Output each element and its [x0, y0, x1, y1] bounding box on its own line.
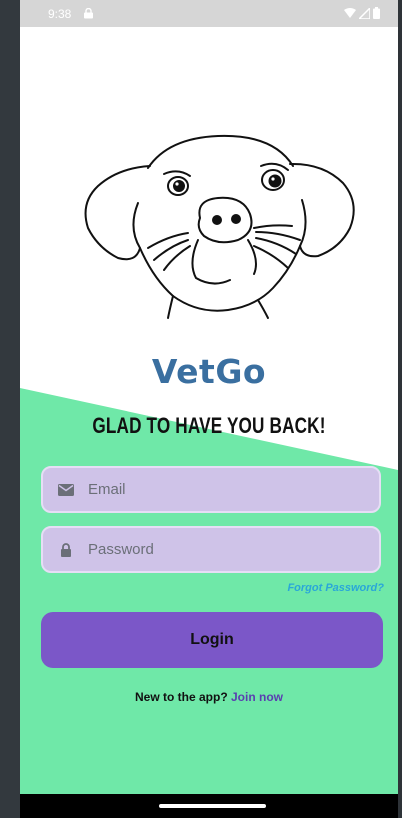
app-screen: 9:38 VetGo GLAD TO HAVE YOU BACK! Email …: [20, 0, 398, 818]
home-gesture-handle[interactable]: [159, 804, 266, 808]
status-icons: [344, 7, 380, 19]
lock-icon: [61, 543, 71, 557]
email-input[interactable]: [88, 468, 368, 511]
lock-icon: [84, 8, 93, 19]
wifi-icon: [344, 7, 356, 18]
signup-prompt-text: New to the app?: [135, 690, 231, 704]
forgot-password-link[interactable]: Forgot Password?: [287, 582, 384, 594]
signal-icon: [359, 7, 370, 19]
login-button[interactable]: Login: [41, 612, 383, 668]
mail-icon: [58, 484, 74, 496]
navigation-bar: [20, 794, 398, 818]
status-time: 9:38: [48, 7, 72, 21]
password-field[interactable]: [41, 526, 381, 573]
email-field[interactable]: [41, 466, 381, 513]
join-now-link[interactable]: Join now: [231, 690, 283, 704]
status-bar: 9:38: [20, 0, 398, 27]
welcome-tagline: GLAD TO HAVE YOU BACK!: [92, 413, 326, 438]
signup-prompt: New to the app? Join now: [20, 690, 398, 704]
password-input[interactable]: [88, 528, 368, 571]
app-title: VetGo: [151, 352, 267, 391]
dog-face-icon: [84, 134, 355, 319]
device-bezel: [0, 0, 20, 818]
device-frame: 9:38 VetGo GLAD TO HAVE YOU BACK! Email …: [0, 0, 402, 818]
battery-icon: [373, 7, 380, 19]
